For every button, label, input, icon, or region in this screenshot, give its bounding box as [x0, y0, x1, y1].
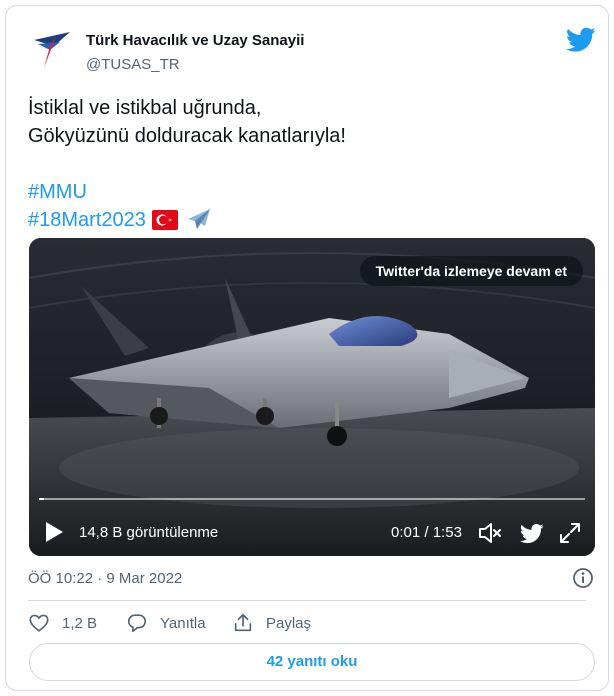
- tusas-logo[interactable]: [30, 26, 76, 72]
- video-elapsed: 0:01: [391, 524, 421, 541]
- share-icon: [234, 613, 252, 632]
- reply-bubble-icon: [127, 614, 147, 633]
- video-time-separator: /: [424, 524, 429, 541]
- divider: [28, 600, 586, 601]
- video-duration: 1:53: [432, 524, 462, 541]
- tweet-timestamp[interactable]: ÖÖ 10:22 · 9 Mar 2022: [28, 570, 182, 587]
- video-progress-fill: [39, 498, 44, 500]
- tweet-line-2: Gökyüzünü dolduracak kanatlarıyla!: [28, 125, 346, 147]
- video-player[interactable]: Twitter'da izlemeye devam et 14,8 B görü…: [29, 238, 595, 556]
- hashtag-mmu[interactable]: #MMU: [28, 181, 87, 203]
- twitter-bird-icon[interactable]: [519, 521, 545, 545]
- play-icon[interactable]: [43, 520, 65, 544]
- author-name[interactable]: Türk Havacılık ve Uzay Sanayii: [86, 32, 304, 49]
- read-replies-button[interactable]: 42 yanıtı oku: [29, 643, 595, 681]
- tweet-card: Türk Havacılık ve Uzay Sanayii @TUSAS_TR…: [5, 5, 609, 691]
- volume-muted-icon[interactable]: [477, 520, 503, 546]
- share-button[interactable]: Paylaş: [232, 609, 311, 637]
- video-time: 0:01 / 1:53: [391, 524, 462, 541]
- view-count: 14,8 B görüntülenme: [79, 524, 219, 541]
- turkey-flag-icon: [151, 210, 178, 230]
- tweet-text: İstiklal ve istikbal uğrunda, Gökyüzünü …: [28, 94, 346, 234]
- airplane-icon: [187, 209, 210, 229]
- fullscreen-icon[interactable]: [557, 520, 583, 546]
- watch-on-twitter-button[interactable]: Twitter'da izlemeye devam et: [359, 256, 583, 286]
- reply-label: Yanıtla: [160, 614, 206, 632]
- like-count: 1,2 B: [62, 614, 98, 632]
- hashtag-18mart2023[interactable]: #18Mart2023: [28, 209, 146, 231]
- twitter-bird-icon[interactable]: [566, 24, 596, 54]
- video-progress-bar[interactable]: [39, 498, 585, 500]
- info-icon[interactable]: [572, 567, 594, 589]
- reply-button[interactable]: Yanıtla: [126, 609, 206, 637]
- tweet-line-1: İstiklal ve istikbal uğrunda,: [28, 97, 262, 119]
- heart-icon: [29, 614, 49, 632]
- share-label: Paylaş: [266, 614, 312, 632]
- like-button[interactable]: 1,2 B: [28, 609, 97, 637]
- author-handle[interactable]: @TUSAS_TR: [86, 56, 180, 73]
